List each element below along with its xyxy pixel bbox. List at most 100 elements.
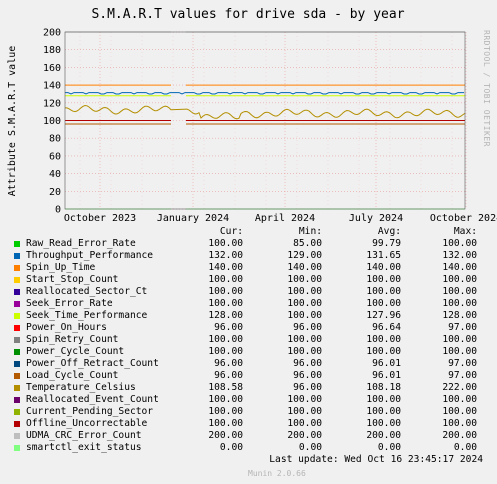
y-tick-label: 160 xyxy=(43,63,61,74)
legend-avg: 100.00 xyxy=(366,346,401,357)
legend-row: smartctl_exit_status 0.00 0.00 0.00 0.00 xyxy=(0,442,497,454)
legend-row: Power_Off_Retract_Count 96.00 96.00 96.01 97… xyxy=(0,358,497,370)
y-axis-label: Attribute S.M.A.R.T value xyxy=(7,46,18,197)
x-tick-labels: October 2023 January 2024 April 2024 July 2… xyxy=(64,213,497,224)
legend-label: Seek_Error_Rate xyxy=(26,298,113,309)
y-tick-label: 120 xyxy=(43,98,61,109)
legend-cur: 100.00 xyxy=(208,394,243,405)
legend-swatch xyxy=(14,385,20,391)
legend-cur: 0.00 xyxy=(219,442,243,453)
legend-min: 140.00 xyxy=(287,262,322,273)
x-tick-label: April 2024 xyxy=(255,213,315,224)
legend-cur: 100.00 xyxy=(208,418,243,429)
legend-label: UDMA_CRC_Error_Count xyxy=(26,430,142,441)
legend-row: Spin_Up_Time 140.00 140.00 140.00 140.00 xyxy=(0,262,497,274)
legend-row: Reallocated_Sector_Ct 100.00 100.00 100.00 1… xyxy=(0,286,497,298)
munin-version: Munin 2.0.66 xyxy=(248,469,306,478)
legend-row: Temperature_Celsius 108.58 96.00 108.18 222.… xyxy=(0,382,497,394)
legend-avg: 127.96 xyxy=(366,310,401,321)
legend-cur: 96.00 xyxy=(214,358,243,369)
rrdtool-label: RRDTOOL / TOBI OETIKER xyxy=(482,30,491,147)
legend-max: 100.00 xyxy=(442,406,477,417)
series-line-temperature_celsius xyxy=(65,104,466,120)
legend-label: Temperature_Celsius xyxy=(26,382,136,393)
legend-label: Current_Pending_Sector xyxy=(26,406,154,417)
legend-avg: 100.00 xyxy=(366,406,401,417)
legend-max: 100.00 xyxy=(442,238,477,249)
legend-label: Load_Cycle_Count xyxy=(26,370,119,381)
legend-min: 96.00 xyxy=(293,382,322,393)
legend-min: 0.00 xyxy=(298,442,322,453)
legend-row: Load_Cycle_Count 96.00 96.00 96.01 97.00 xyxy=(0,370,497,382)
legend-swatch xyxy=(14,349,20,355)
header-cur: Cur: xyxy=(219,226,243,237)
legend-swatch xyxy=(14,313,20,319)
legend-avg: 100.00 xyxy=(366,298,401,309)
legend-swatch xyxy=(14,241,20,247)
legend-min: 100.00 xyxy=(287,274,322,285)
legend-label: Spin_Retry_Count xyxy=(26,334,119,345)
legend-row: Seek_Time_Performance 128.00 100.00 127.96 1… xyxy=(0,310,497,322)
legend-swatch xyxy=(14,421,20,427)
y-tick-label: 180 xyxy=(43,45,61,56)
legend-avg: 108.18 xyxy=(366,382,401,393)
x-tick-label: October 2024 xyxy=(430,213,497,224)
y-tick-label: 20 xyxy=(49,187,61,198)
legend-cur: 100.00 xyxy=(208,334,243,345)
chart-area: S.M.A.R.T values for drive sda - by year… xyxy=(7,7,497,224)
y-tick-label: 40 xyxy=(49,169,61,180)
legend-cur: 100.00 xyxy=(208,238,243,249)
last-update: Last update: Wed Oct 16 23:45:17 2024 xyxy=(269,454,483,465)
legend-label: smartctl_exit_status xyxy=(26,442,142,453)
legend-row: Seek_Error_Rate 100.00 100.00 100.00 100.00 xyxy=(0,298,497,310)
legend-max: 128.00 xyxy=(442,310,477,321)
legend-label: Spin_Up_Time xyxy=(26,262,96,273)
legend-label: Reallocated_Event_Count xyxy=(26,394,159,405)
legend-max: 100.00 xyxy=(442,286,477,297)
legend-min: 96.00 xyxy=(293,358,322,369)
y-tick-label: 100 xyxy=(43,116,61,127)
x-tick-label: October 2023 xyxy=(64,213,136,224)
legend-max: 200.00 xyxy=(442,430,477,441)
legend-max: 97.00 xyxy=(448,370,477,381)
legend-cur: 200.00 xyxy=(208,430,243,441)
y-tick-labels: 0 20 40 60 80 100 120 140 160 180 200 xyxy=(43,28,61,216)
legend-avg: 100.00 xyxy=(366,394,401,405)
legend-avg: 131.65 xyxy=(366,250,401,261)
legend-swatch xyxy=(14,301,20,307)
legend-swatch xyxy=(14,409,20,415)
legend-min: 100.00 xyxy=(287,298,322,309)
legend-min: 100.00 xyxy=(287,346,322,357)
legend-cur: 132.00 xyxy=(208,250,243,261)
legend-label: Power_Cycle_Count xyxy=(26,346,125,357)
legend-avg: 100.00 xyxy=(366,286,401,297)
legend-max: 100.00 xyxy=(442,394,477,405)
legend-avg: 100.00 xyxy=(366,418,401,429)
legend-max: 100.00 xyxy=(442,346,477,357)
legend-cur: 100.00 xyxy=(208,286,243,297)
legend-row: Start_Stop_Count 100.00 100.00 100.00 100.00 xyxy=(0,274,497,286)
legend-min: 100.00 xyxy=(287,310,322,321)
legend-max: 100.00 xyxy=(442,334,477,345)
legend-max: 0.00 xyxy=(453,442,477,453)
y-tick-label: 60 xyxy=(49,151,61,162)
legend-label: Power_On_Hours xyxy=(26,322,107,333)
legend-swatch xyxy=(14,361,20,367)
x-tick-label: July 2024 xyxy=(349,213,403,224)
y-tick-label: 140 xyxy=(43,81,61,92)
legend-row: Raw_Read_Error_Rate 100.00 85.00 99.79 100.0… xyxy=(0,238,497,250)
header-max: Max: xyxy=(453,226,477,237)
legend-avg: 100.00 xyxy=(366,274,401,285)
legend-label: Reallocated_Sector_Ct xyxy=(26,286,148,297)
legend-min: 200.00 xyxy=(287,430,322,441)
legend-min: 129.00 xyxy=(287,250,322,261)
legend-swatch xyxy=(14,433,20,439)
legend-label: Start_Stop_Count xyxy=(26,274,119,285)
legend-min: 100.00 xyxy=(287,406,322,417)
legend-cur: 96.00 xyxy=(214,370,243,381)
legend-cur: 96.00 xyxy=(214,322,243,333)
legend-avg: 200.00 xyxy=(366,430,401,441)
legend-label: Power_Off_Retract_Count xyxy=(26,358,159,369)
legend-swatch xyxy=(14,277,20,283)
chart-title: S.M.A.R.T values for drive sda - by year xyxy=(91,7,404,22)
